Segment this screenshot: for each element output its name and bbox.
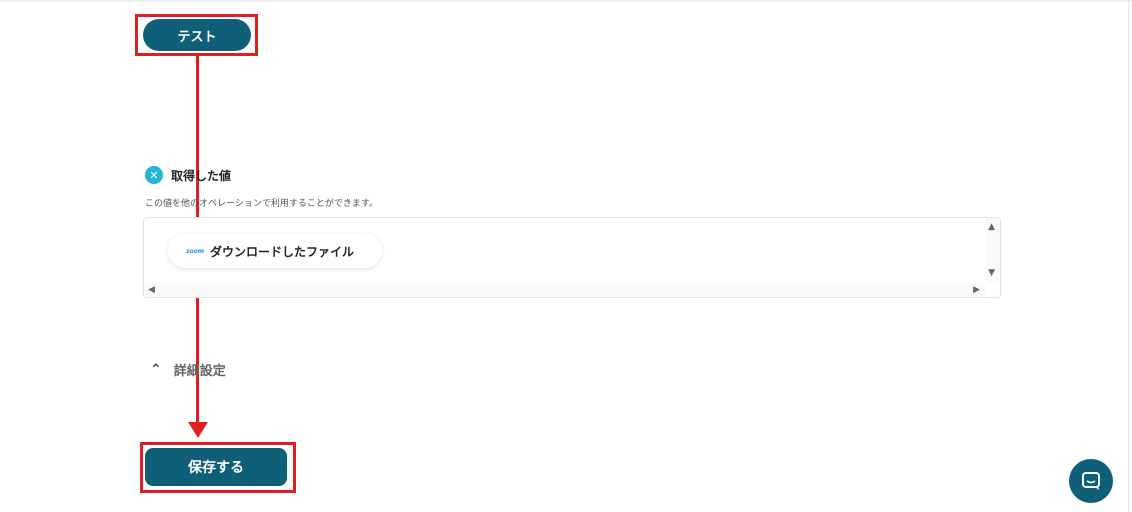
save-button-highlight	[140, 442, 296, 493]
chip-label: ダウンロードしたファイル	[210, 244, 355, 259]
test-button-highlight	[135, 14, 258, 56]
chat-icon	[1082, 472, 1100, 490]
chat-launcher-button[interactable]	[1069, 459, 1113, 503]
chevron-up-icon: ⌃	[150, 361, 162, 378]
scroll-up-icon[interactable]: ▲	[988, 222, 995, 232]
scroll-right-icon[interactable]: ▶	[973, 285, 980, 295]
horizontal-scrollbar[interactable]	[144, 283, 986, 297]
right-divider	[1128, 0, 1129, 512]
x-badge-icon: ✕	[145, 166, 163, 184]
zoom-logo-icon: zoom	[186, 247, 204, 255]
top-divider	[0, 0, 1132, 2]
advanced-settings-label: 詳細設定	[173, 364, 226, 379]
scroll-left-icon[interactable]: ◀	[148, 285, 155, 295]
scroll-down-icon[interactable]: ▼	[988, 268, 995, 278]
result-value-box[interactable]: zoom ダウンロードしたファイル ▲ ▼ ◀ ▶	[143, 217, 1001, 298]
result-title: 取得した値	[171, 168, 232, 183]
result-description: この値を他のオペレーションで利用することができます。	[145, 199, 378, 209]
result-chip[interactable]: zoom ダウンロードしたファイル	[168, 234, 382, 268]
annotation-arrow-head	[188, 422, 208, 438]
advanced-settings-toggle[interactable]: ⌃ 詳細設定	[150, 360, 226, 380]
result-header: ✕ 取得した値	[145, 166, 231, 184]
